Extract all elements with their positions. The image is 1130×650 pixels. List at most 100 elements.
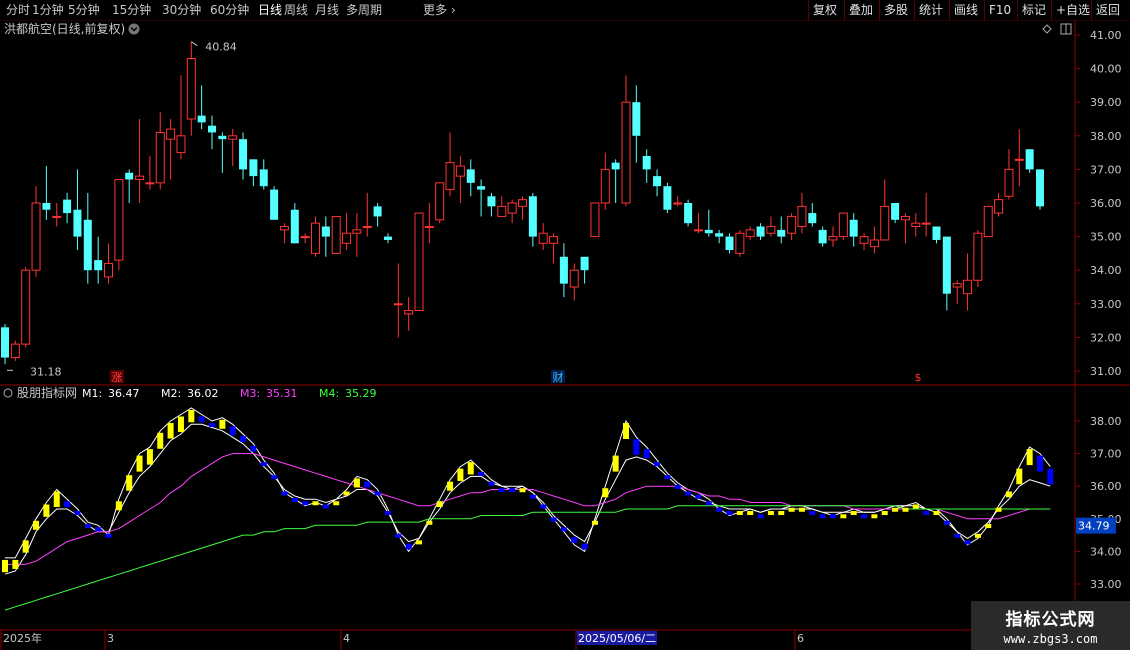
candle-body xyxy=(114,178,124,261)
period-tab-1[interactable]: 1分钟 xyxy=(32,2,64,18)
candle-body xyxy=(52,215,62,218)
trend-block xyxy=(902,507,909,512)
candle-body xyxy=(155,131,165,184)
candle-body xyxy=(477,186,486,190)
trend-block xyxy=(488,481,495,486)
trend-block xyxy=(881,511,888,516)
candle-body xyxy=(300,236,310,239)
trend-block xyxy=(2,559,8,573)
trend-block xyxy=(22,540,29,553)
candle-body xyxy=(208,125,216,133)
candle-body xyxy=(590,202,600,238)
period-tab-5[interactable]: 60分钟 xyxy=(210,2,249,18)
trend-block xyxy=(240,436,247,442)
candle-body xyxy=(921,222,931,225)
diamond-icon[interactable] xyxy=(1042,24,1052,34)
trend-block xyxy=(229,426,236,436)
price-tick-label: 36.00 xyxy=(1090,197,1122,210)
chevron-right-icon: › xyxy=(447,3,456,17)
candle-body xyxy=(1,327,9,358)
trend-block xyxy=(64,501,71,508)
candle-body xyxy=(891,203,900,220)
candle-body xyxy=(580,256,589,271)
period-tab-2[interactable]: 5分钟 xyxy=(68,2,100,18)
candle-body xyxy=(932,226,941,240)
more-periods-button[interactable]: 更多 › xyxy=(423,2,456,18)
toolbar-button-2[interactable]: 多股 xyxy=(884,2,908,18)
trend-block xyxy=(809,511,816,516)
candle-body xyxy=(766,226,776,234)
trend-block xyxy=(416,540,422,545)
min-price-label: 31.18 xyxy=(30,365,62,378)
candle-body xyxy=(445,162,455,191)
trend-block xyxy=(943,520,950,525)
candle-body xyxy=(455,165,465,177)
candle-body xyxy=(331,215,341,254)
panel-icon[interactable] xyxy=(1060,23,1072,35)
toolbar-button-4[interactable]: 画线 xyxy=(954,2,978,18)
trend-block xyxy=(767,511,774,516)
candle-body xyxy=(1025,149,1034,170)
period-tab-4[interactable]: 30分钟 xyxy=(162,2,201,18)
ind-tick-label: 33.00 xyxy=(1090,578,1122,591)
candle-body xyxy=(259,169,268,187)
indicator-header xyxy=(3,388,13,398)
toolbar-button-7[interactable]: +自选 xyxy=(1056,2,1090,18)
ind-tick-label: 38.00 xyxy=(1090,415,1122,428)
trend-block xyxy=(736,511,743,516)
trend-block xyxy=(643,449,650,459)
trend-block xyxy=(757,514,764,519)
period-tab-6[interactable]: 日线 xyxy=(258,2,282,18)
trend-block xyxy=(384,511,391,516)
trend-block xyxy=(498,488,505,493)
period-tab-3[interactable]: 15分钟 xyxy=(112,2,151,18)
trend-block xyxy=(571,537,578,543)
toolbar-button-8[interactable]: 返回 xyxy=(1096,2,1120,18)
period-tab-8[interactable]: 月线 xyxy=(315,2,339,18)
candle-body xyxy=(393,303,403,306)
trend-block xyxy=(954,533,961,538)
toolbar-button-5[interactable]: F10 xyxy=(989,2,1011,18)
ind-tick-label: 36.00 xyxy=(1090,480,1122,493)
candle-body xyxy=(632,102,641,136)
period-tab-0[interactable]: 分时 xyxy=(6,2,30,18)
toolbar-button-1[interactable]: 叠加 xyxy=(849,2,873,18)
trend-block xyxy=(53,491,60,508)
toolbar-button-3[interactable]: 统计 xyxy=(919,2,943,18)
trend-block xyxy=(654,462,661,467)
candle-body xyxy=(197,115,206,123)
trend-block xyxy=(281,491,288,496)
candle-body xyxy=(435,182,445,221)
chart-title: 洪都航空(日线,前复权) xyxy=(4,21,125,36)
toolbar-button-0[interactable]: 复权 xyxy=(813,2,837,18)
candle-body xyxy=(849,219,858,237)
candle-body xyxy=(653,176,662,187)
current-value-label: 34.79 xyxy=(1078,520,1110,533)
candle-body xyxy=(777,229,786,237)
candle-body xyxy=(1036,169,1044,207)
trend-block xyxy=(364,481,371,488)
period-tab-9[interactable]: 多周期 xyxy=(346,2,382,18)
candle-body xyxy=(342,232,352,244)
toolbar-button-6[interactable]: 标记 xyxy=(1022,2,1046,18)
period-tab-7[interactable]: 周线 xyxy=(284,2,308,18)
trend-block xyxy=(716,507,723,512)
trend-block xyxy=(685,491,692,496)
chevron-down-icon[interactable] xyxy=(128,23,140,35)
trend-block xyxy=(271,475,278,480)
candle-body xyxy=(952,283,962,288)
trend-block xyxy=(591,520,598,525)
candle-body xyxy=(994,199,1004,214)
indicator-line-value-1: 36.02 xyxy=(187,387,219,400)
candle-body xyxy=(404,310,414,315)
watermark-title: 指标公式网 xyxy=(1005,610,1096,630)
trend-block xyxy=(912,504,919,509)
trend-block xyxy=(105,533,112,538)
candle-body xyxy=(611,162,620,170)
candle-body xyxy=(497,205,507,217)
trend-block xyxy=(892,507,899,512)
trend-block xyxy=(343,491,350,496)
toolbar-separator xyxy=(949,0,950,20)
trend-block xyxy=(84,524,91,529)
trend-block xyxy=(426,520,433,525)
